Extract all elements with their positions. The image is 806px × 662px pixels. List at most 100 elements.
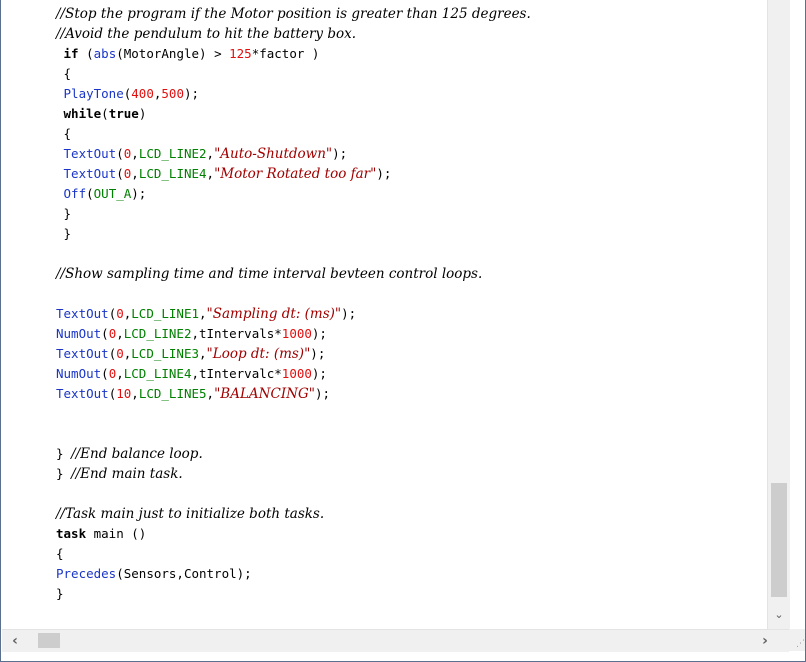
function-token: NumOut xyxy=(56,326,102,341)
code-token: ); xyxy=(310,346,326,361)
code-line[interactable]: TextOut(0,LCD_LINE2,"Auto-Shutdown"); xyxy=(56,144,348,164)
code-line[interactable]: TextOut(10,LCD_LINE5,"BALANCING"); xyxy=(56,384,330,404)
code-line[interactable]: NumOut(0,LCD_LINE2,tIntervals*1000); xyxy=(56,324,327,344)
code-token: (Sensors,Control); xyxy=(116,566,252,581)
constant-token: OUT_A xyxy=(93,186,132,201)
code-editor-window: //Stop the program if the Motor position… xyxy=(0,0,806,662)
code-line[interactable]: //Avoid the pendulum to hit the battery … xyxy=(56,24,356,44)
code-line[interactable]: task main () xyxy=(56,524,146,544)
code-line[interactable]: if (abs(MotorAngle) > 125*factor ) xyxy=(56,44,320,64)
code-token: , xyxy=(131,146,139,161)
code-token: , xyxy=(206,166,215,181)
number-token: 0 xyxy=(116,346,124,361)
chevron-left-icon[interactable]: ‹ xyxy=(4,630,26,652)
code-token: , xyxy=(199,306,207,321)
number-token: 1000 xyxy=(281,326,312,341)
function-token: NumOut xyxy=(56,366,102,381)
code-line[interactable]: Off(OUT_A); xyxy=(56,184,147,204)
constant-token: LCD_LINE4 xyxy=(138,166,207,181)
number-token: 125 xyxy=(229,46,252,61)
comment-token: //Task main just to initialize both task… xyxy=(56,506,325,522)
code-line[interactable]: //Stop the program if the Motor position… xyxy=(56,4,531,24)
code-token: ); xyxy=(131,186,147,201)
code-line[interactable]: TextOut(0,LCD_LINE3,"Loop dt: (ms)"); xyxy=(56,344,325,364)
code-token: main () xyxy=(86,526,147,541)
code-line[interactable]: while(true) xyxy=(56,104,147,124)
code-line[interactable]: { xyxy=(56,124,72,144)
vertical-scrollbar[interactable]: ⌄ xyxy=(767,0,790,629)
code-token: { xyxy=(56,546,64,561)
code-token: } xyxy=(56,226,72,241)
code-token: } xyxy=(56,586,64,601)
vertical-scroll-thumb[interactable] xyxy=(771,483,787,597)
code-token: ( xyxy=(78,46,94,61)
string-token: "Loop dt: (ms)" xyxy=(206,346,311,362)
function-token: PlayTone xyxy=(63,86,124,101)
horizontal-scroll-thumb[interactable] xyxy=(38,633,60,648)
string-token: "Auto-Shutdown" xyxy=(214,146,333,162)
code-token: ( xyxy=(101,326,109,341)
code-line[interactable]: { xyxy=(56,544,64,564)
comment-token: //Show sampling time and time interval b… xyxy=(56,266,483,282)
code-line[interactable]: } //End balance loop. xyxy=(56,444,203,464)
code-token: ); xyxy=(314,386,331,401)
code-line[interactable]: } xyxy=(56,204,72,224)
code-token: ,tIntervals* xyxy=(191,326,282,341)
code-line[interactable]: NumOut(0,LCD_LINE4,tIntervalc*1000); xyxy=(56,364,327,384)
code-token: , xyxy=(116,326,124,341)
code-editor[interactable]: //Stop the program if the Motor position… xyxy=(2,0,767,629)
function-token: abs xyxy=(93,46,117,61)
code-token: ( xyxy=(101,106,109,121)
number-token: 400 xyxy=(131,86,154,101)
resize-grip-icon[interactable]: ⋰ xyxy=(789,629,805,651)
chevron-right-icon[interactable]: › xyxy=(754,630,776,652)
comment-token: //Avoid the pendulum to hit the battery … xyxy=(56,26,357,42)
function-token: TextOut xyxy=(56,346,109,361)
string-token: "Sampling dt: (ms)" xyxy=(206,306,342,322)
code-line[interactable]: PlayTone(400,500); xyxy=(56,84,200,104)
code-token: ); xyxy=(341,306,357,321)
code-token: (MotorAngle) > xyxy=(116,46,230,61)
code-token: ); xyxy=(183,86,200,101)
code-line[interactable]: //Show sampling time and time interval b… xyxy=(56,264,482,284)
code-line[interactable]: TextOut(0,LCD_LINE4,"Motor Rotated too f… xyxy=(56,164,392,184)
comment-token: //Stop the program if the Motor position… xyxy=(56,6,531,22)
code-token: ); xyxy=(311,366,327,381)
code-line[interactable]: } xyxy=(56,584,64,604)
code-token: } xyxy=(56,446,72,461)
keyword-token: while xyxy=(63,106,102,121)
code-line[interactable]: } //End main task. xyxy=(56,464,183,484)
keyword-token: true xyxy=(108,106,139,121)
code-token: , xyxy=(131,166,139,181)
function-token: TextOut xyxy=(56,306,109,321)
code-line[interactable]: //Task main just to initialize both task… xyxy=(56,504,324,524)
code-line[interactable]: { xyxy=(56,64,72,84)
function-token: TextOut xyxy=(56,386,109,401)
code-line[interactable]: } xyxy=(56,224,72,244)
code-token: ( xyxy=(86,186,94,201)
number-token: 1000 xyxy=(281,366,312,381)
constant-token: LCD_LINE4 xyxy=(123,366,192,381)
code-line[interactable]: Precedes(Sensors,Control); xyxy=(56,564,252,584)
code-line[interactable]: TextOut(0,LCD_LINE1,"Sampling dt: (ms)")… xyxy=(56,304,356,324)
chevron-down-icon[interactable]: ⌄ xyxy=(768,604,790,626)
code-token: , xyxy=(116,366,124,381)
horizontal-scrollbar[interactable]: ‹ › xyxy=(2,629,789,652)
code-token: , xyxy=(199,346,207,361)
function-token: TextOut xyxy=(63,166,117,181)
constant-token: LCD_LINE2 xyxy=(138,146,207,161)
function-token: TextOut xyxy=(63,146,117,161)
comment-token: //End balance loop. xyxy=(71,446,203,462)
code-token: } xyxy=(56,206,72,221)
code-token: ,tIntervalc* xyxy=(191,366,282,381)
code-token: ); xyxy=(376,166,392,181)
comment-token: //End main task. xyxy=(71,466,183,482)
constant-token: LCD_LINE5 xyxy=(138,386,207,401)
code-token: , xyxy=(131,386,139,401)
